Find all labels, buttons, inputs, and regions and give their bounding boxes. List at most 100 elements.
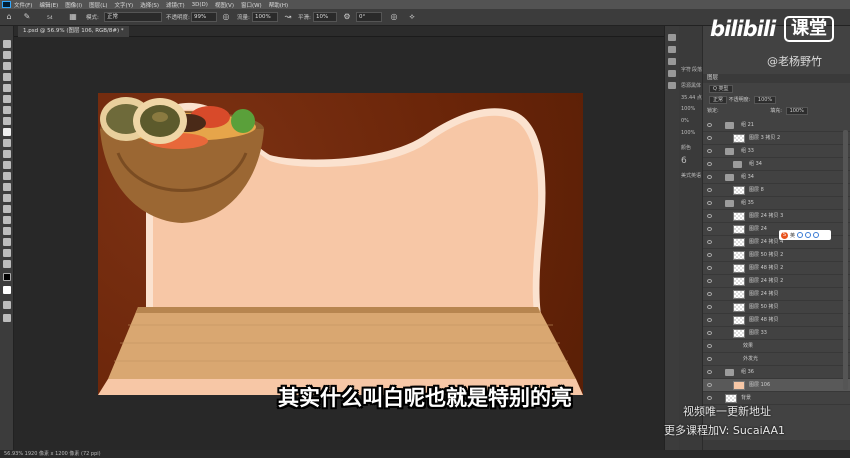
layer-effect-row[interactable]: 效果 <box>703 340 850 353</box>
layer-row[interactable]: 图层 24 拷贝 3 <box>703 210 850 223</box>
history-panel-icon[interactable] <box>668 34 676 41</box>
layer-row[interactable]: 图层 106 <box>703 379 850 392</box>
font-family[interactable]: 思源黑体 <box>681 82 701 89</box>
pressure-opacity-icon[interactable]: ◎ <box>221 12 231 22</box>
flow-input[interactable]: 100% <box>252 12 278 22</box>
layer-effect-row[interactable]: 外发光 <box>703 353 850 366</box>
visibility-eye-icon[interactable] <box>707 396 712 400</box>
menu-item[interactable]: 滤镜(T) <box>166 1 185 9</box>
layer-row[interactable]: 图层 3 拷贝 2 <box>703 132 850 145</box>
ime-punctuation-icon[interactable] <box>797 232 804 238</box>
brush-tool-icon[interactable]: ✎ <box>22 12 32 22</box>
angle-input[interactable]: 0° <box>356 12 382 22</box>
dodge-tool-icon[interactable] <box>3 194 11 202</box>
quick-mask-icon[interactable] <box>3 301 11 309</box>
font-size[interactable]: 35.44 点 <box>681 94 702 101</box>
move-tool-icon[interactable] <box>3 40 11 48</box>
ime-emoji-icon[interactable] <box>805 232 812 238</box>
menu-item[interactable]: 视图(V) <box>215 1 234 9</box>
layer-group-row[interactable]: 组 21 <box>703 119 850 132</box>
color-panel-icon[interactable] <box>668 46 676 53</box>
shape-tool-icon[interactable] <box>3 238 11 246</box>
home-icon[interactable]: ⌂ <box>4 12 14 22</box>
menu-item[interactable]: 文件(F) <box>14 1 32 9</box>
visibility-eye-icon[interactable] <box>707 214 712 218</box>
opacity-input[interactable]: 99% <box>191 12 217 22</box>
visibility-eye-icon[interactable] <box>707 188 712 192</box>
menu-item[interactable]: 窗口(W) <box>241 1 262 9</box>
mode-select[interactable]: 正常 <box>104 12 162 22</box>
hand-tool-icon[interactable] <box>3 249 11 257</box>
visibility-eye-icon[interactable] <box>707 162 712 166</box>
visibility-eye-icon[interactable] <box>707 279 712 283</box>
ime-settings-icon[interactable] <box>813 232 820 238</box>
baseline-value[interactable]: 6 <box>681 156 687 166</box>
layer-row[interactable]: 图层 50 拷贝 <box>703 301 850 314</box>
screen-mode-icon[interactable] <box>3 314 11 322</box>
visibility-eye-icon[interactable] <box>707 357 712 361</box>
layer-group-row[interactable]: 组 36 <box>703 366 850 379</box>
visibility-eye-icon[interactable] <box>707 240 712 244</box>
sogou-logo-icon[interactable]: S <box>781 231 788 239</box>
tracking[interactable]: 0% <box>681 118 689 124</box>
airbrush-icon[interactable]: ↝ <box>283 12 293 22</box>
gradient-tool-icon[interactable] <box>3 172 11 180</box>
language-label[interactable]: 美式英语 <box>681 172 701 179</box>
visibility-eye-icon[interactable] <box>707 370 712 374</box>
visibility-eye-icon[interactable] <box>707 344 712 348</box>
blend-mode-select[interactable]: 正常 <box>709 96 728 104</box>
type-tool-icon[interactable] <box>3 216 11 224</box>
visibility-eye-icon[interactable] <box>707 175 712 179</box>
horizontal-scale[interactable]: 100% <box>681 130 695 136</box>
menu-item[interactable]: 选择(S) <box>140 1 159 9</box>
brush-size[interactable]: 54 <box>47 16 53 21</box>
gear-icon[interactable]: ⚙ <box>342 12 352 22</box>
visibility-eye-icon[interactable] <box>707 331 712 335</box>
paragraph-tab[interactable]: 段落 <box>692 66 702 73</box>
marquee-tool-icon[interactable] <box>3 51 11 59</box>
visibility-eye-icon[interactable] <box>707 383 712 387</box>
visibility-eye-icon[interactable] <box>707 136 712 140</box>
eraser-tool-icon[interactable] <box>3 161 11 169</box>
ime-mode-icon[interactable]: 英 <box>790 232 795 239</box>
background-color-swatch[interactable] <box>3 286 11 294</box>
crop-tool-icon[interactable] <box>3 84 11 92</box>
document-tab[interactable]: 1.psd @ 56.9% (图层 106, RGB/8#) * <box>18 26 129 37</box>
lasso-tool-icon[interactable] <box>3 62 11 70</box>
layer-row[interactable]: 图层 50 拷贝 2 <box>703 249 850 262</box>
visibility-eye-icon[interactable] <box>707 292 712 296</box>
path-select-tool-icon[interactable] <box>3 227 11 235</box>
visibility-eye-icon[interactable] <box>707 149 712 153</box>
visibility-eye-icon[interactable] <box>707 253 712 257</box>
pen-tool-icon[interactable] <box>3 205 11 213</box>
menu-item[interactable]: 编辑(E) <box>39 1 58 9</box>
pressure-size-icon[interactable]: ◎ <box>389 12 399 22</box>
menu-item[interactable]: 3D(D) <box>192 2 208 8</box>
layer-row[interactable]: 图层 24 拷贝 <box>703 288 850 301</box>
frame-tool-icon[interactable] <box>3 95 11 103</box>
menu-item[interactable]: 文字(Y) <box>115 1 134 9</box>
character-tab[interactable]: 字符 <box>681 66 691 73</box>
visibility-eye-icon[interactable] <box>707 305 712 309</box>
swatches-panel-icon[interactable] <box>668 58 676 65</box>
document-canvas[interactable] <box>98 93 583 395</box>
layer-row[interactable]: 图层 8 <box>703 184 850 197</box>
layer-opacity-input[interactable]: 100% <box>753 96 777 104</box>
photoshop-logo-icon[interactable] <box>2 1 11 8</box>
history-brush-tool-icon[interactable] <box>3 150 11 158</box>
symmetry-icon[interactable]: ⟡ <box>407 12 417 22</box>
healing-brush-tool-icon[interactable] <box>3 117 11 125</box>
eyedropper-tool-icon[interactable] <box>3 106 11 114</box>
zoom-tool-icon[interactable] <box>3 260 11 268</box>
adjustments-panel-icon[interactable] <box>668 70 676 77</box>
layer-group-row[interactable]: 组 35 <box>703 197 850 210</box>
smoothing-input[interactable]: 10% <box>313 12 337 22</box>
libraries-panel-icon[interactable] <box>668 82 676 89</box>
visibility-eye-icon[interactable] <box>707 227 712 231</box>
visibility-eye-icon[interactable] <box>707 318 712 322</box>
layer-row[interactable]: 图层 48 拷贝 <box>703 314 850 327</box>
menu-item[interactable]: 帮助(H) <box>269 1 288 9</box>
fill-input[interactable]: 100% <box>785 107 808 115</box>
layer-row[interactable]: 图层 48 拷贝 2 <box>703 262 850 275</box>
vertical-scale[interactable]: 100% <box>681 106 695 112</box>
